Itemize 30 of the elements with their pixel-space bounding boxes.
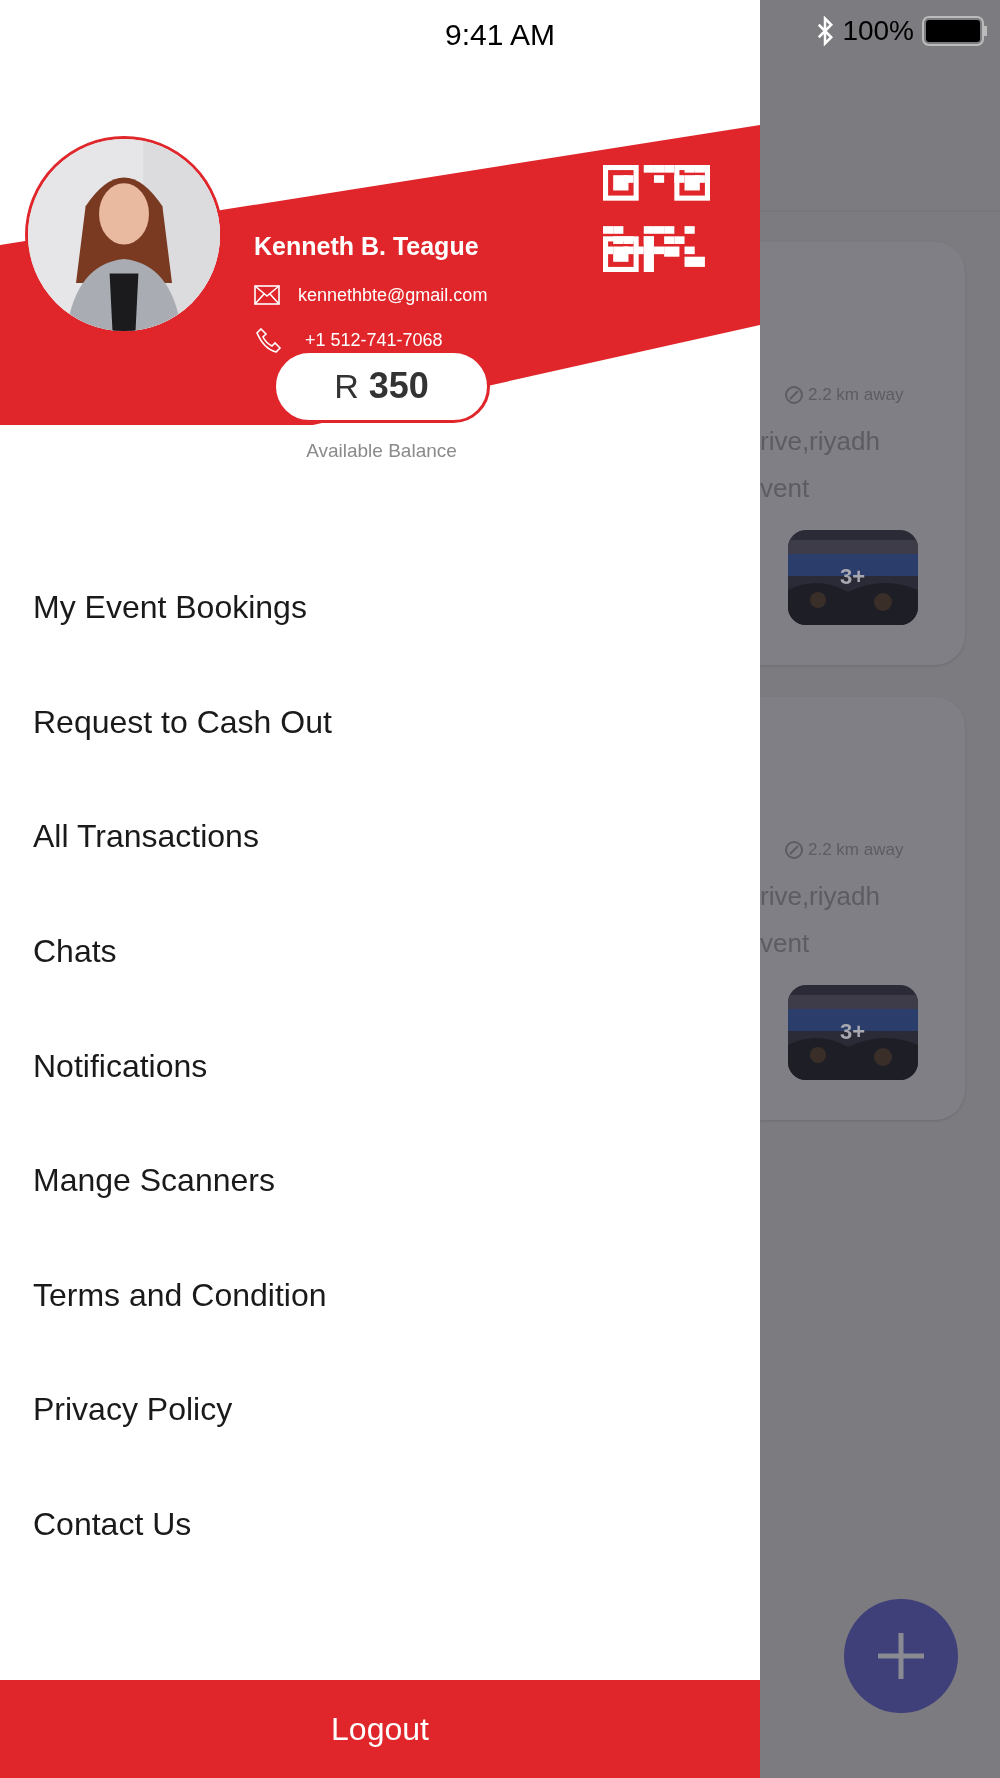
menu-item[interactable]: Mange Scanners [0, 1122, 760, 1238]
phone-icon [256, 327, 282, 353]
qr-code-icon[interactable] [603, 165, 710, 272]
phone-text: +1 512-741-7068 [305, 328, 443, 352]
menu-item[interactable]: Privacy Policy [0, 1352, 760, 1467]
logout-button[interactable]: Logout [0, 1680, 760, 1778]
balance-label: Available Balance [306, 438, 457, 463]
menu-item[interactable]: Chats [0, 893, 760, 1009]
more-count: 3+ [840, 562, 866, 591]
menu-item[interactable]: Terms and Condition [0, 1237, 760, 1353]
currency-symbol: R [334, 365, 359, 407]
menu-item[interactable]: My Event Bookings [0, 550, 760, 665]
menu-item[interactable]: Contact Us [0, 1466, 760, 1582]
battery-icon [922, 16, 988, 46]
event-thumbnail[interactable]: 3+ [788, 529, 918, 625]
more-count: 3+ [840, 1017, 866, 1046]
email-text: kennethbte@gmail.com [298, 283, 488, 307]
status-time: 9:41 AM [444, 16, 556, 53]
user-name: Kenneth B. Teague [254, 231, 480, 262]
menu-item[interactable]: Notifications [0, 1008, 760, 1123]
menu-item[interactable]: All Transactions [0, 779, 760, 894]
menu-item[interactable]: Request to Cash Out [0, 664, 760, 780]
battery-percent: 100% [842, 14, 914, 48]
event-thumbnail[interactable]: 3+ [788, 984, 918, 1080]
location-icon [784, 839, 804, 860]
location-icon [784, 384, 804, 405]
bluetooth-icon [816, 16, 835, 46]
balance-amount: 350 [368, 364, 429, 408]
mail-icon [254, 285, 280, 305]
plus-icon [876, 1631, 926, 1681]
